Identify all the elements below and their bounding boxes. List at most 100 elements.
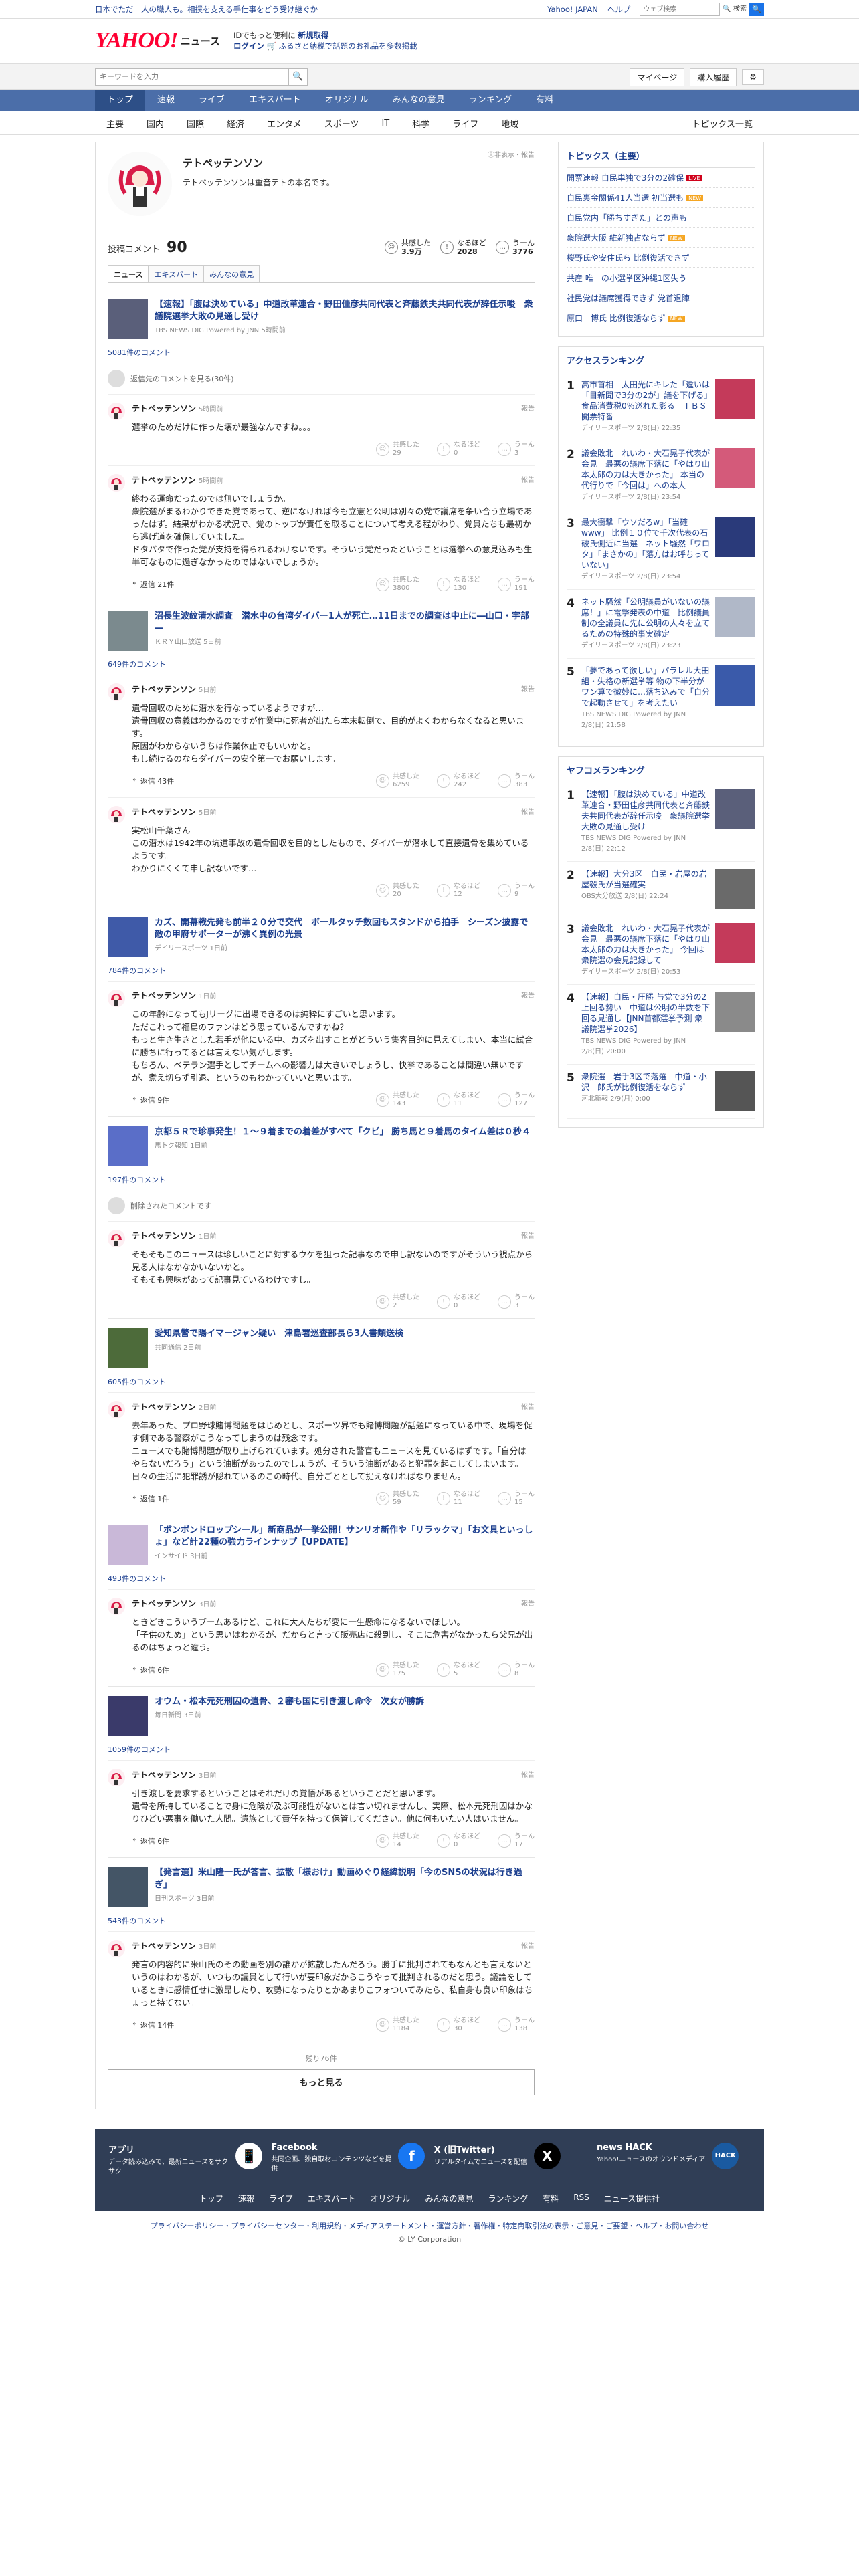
user-avatar[interactable] [108, 1401, 125, 1418]
yahoo-japan-link[interactable]: Yahoo! JAPAN [547, 0, 598, 19]
reaction-button-1[interactable]: ! なるほど 12 [437, 883, 480, 899]
comment-author[interactable]: テトペッテンソン [132, 1402, 196, 1412]
topic-title[interactable]: 社民党は議席獲得できず 党首退陣 [567, 294, 690, 303]
load-more-button[interactable]: もっと見る [108, 2069, 535, 2095]
article-card[interactable]: カズ、開幕戦先発も前半２０分で交代 ボールタッチ数回もスタンドから拍手 シーズン… [108, 917, 535, 964]
nav-item-3[interactable]: エキスパート [237, 90, 313, 111]
category-item-7[interactable]: 科学 [401, 117, 441, 130]
user-avatar[interactable] [108, 1940, 125, 1957]
ranking-title[interactable]: 「夢であって欲しい」パラレル大田組・失格の新選挙等 物の下半分がワン算で微妙に…… [581, 665, 710, 708]
comment-count-link[interactable]: 605件のコメント [108, 1375, 535, 1392]
reaction-button-1[interactable]: ! なるほど 242 [437, 773, 480, 789]
footer-link-3[interactable]: エキスパート [308, 2193, 356, 2204]
comment-count-link[interactable]: 784件のコメント [108, 964, 535, 981]
ranking-thumbnail[interactable] [715, 789, 755, 829]
article-thumbnail[interactable] [108, 917, 148, 957]
comment-author[interactable]: テトペッテンソン [132, 991, 196, 1000]
reaction-button-0[interactable]: ☺ 共感した 175 [376, 1662, 419, 1678]
user-avatar[interactable] [108, 474, 125, 492]
reply-link[interactable]: ↰ 返信 9件 [132, 1095, 169, 1105]
article-title[interactable]: カズ、開幕戦先発も前半２０分で交代 ボールタッチ数回もスタンドから拍手 シーズン… [155, 917, 535, 941]
topic-title[interactable]: 衆院選大阪 維新独占ならず [567, 233, 666, 243]
category-item-3[interactable]: 経済 [215, 117, 256, 130]
article-card[interactable]: 「ボンボンドロップシール」新商品が一挙公開！サンリオ新作や「リラックマ」「お文具… [108, 1525, 535, 1572]
topic-item[interactable]: 開票速報 自民単独で3分の2確保 LIVE [567, 168, 755, 188]
footer-link-4[interactable]: オリジナル [371, 2193, 411, 2204]
ranking-item[interactable]: 2 【速報】大分3区 自民・岩屋の岩屋毅氏が当選確実 OBS大分放送 2/8(日) … [567, 862, 755, 916]
nav-item-2[interactable]: ライブ [187, 90, 237, 111]
ranking-item[interactable]: 5 衆院選 岩手3区で落選 中道・小沢一郎氏が比例復活をならず 河北新報 2/9(月… [567, 1065, 755, 1119]
reaction-button-2[interactable]: … うーん 191 [498, 576, 535, 593]
reaction-button-1[interactable]: ! なるほど 0 [437, 1833, 480, 1849]
ranking-item[interactable]: 5 「夢であって欲しい」パラレル大田組・失格の新選挙等 物の下半分がワン算で微妙に… [567, 659, 755, 738]
topic-item[interactable]: 共産 唯一の小選挙区沖縄1区失う [567, 268, 755, 288]
comment-count-link[interactable]: 5081件のコメント [108, 346, 535, 363]
reaction-button-2[interactable]: … うーん 15 [498, 1491, 535, 1507]
footer-promo-icon[interactable]: HACK [712, 2143, 739, 2169]
yahoo-logo[interactable]: YAHOO! [95, 28, 179, 53]
footer-link-5[interactable]: みんなの意見 [425, 2193, 474, 2204]
ranking-title[interactable]: 衆院選 岩手3区で落選 中道・小沢一郎氏が比例復活をならず [581, 1071, 710, 1093]
article-thumbnail[interactable] [108, 1328, 148, 1368]
ranking-title[interactable]: ネット騒然「公明議員がいないの議席！」に電撃発表の中道 比例議員制の全議員に先に… [581, 597, 710, 639]
article-thumbnail[interactable] [108, 1126, 148, 1166]
ranking-text[interactable]: 「夢であって欲しい」パラレル大田組・失格の新選挙等 物の下半分がワン算で微妙に…… [581, 665, 710, 731]
web-search-input[interactable] [640, 3, 721, 16]
reaction-button-1[interactable]: ! なるほど 0 [437, 1294, 480, 1310]
category-item-0[interactable]: 主要 [95, 117, 135, 130]
login-link[interactable]: ログイン [233, 41, 264, 51]
report-link[interactable]: 報告 [521, 1230, 535, 1240]
ranking-item[interactable]: 1 【速報】「腹は決めている」中道改革連合・野田佳彦共同代表と斉藤鉄夫共同代表が辞… [567, 782, 755, 862]
article-card[interactable]: オウム・松本元死刑囚の遺骨、２審も国に引き渡し命令 次女が勝訴 毎日新聞 3日前 [108, 1696, 535, 1743]
ranking-item[interactable]: 3 最大衝撃「ウソだろw」「当確www」 比例１０位で千次代表の石破氏側近に当選 … [567, 510, 755, 590]
hidden-comment[interactable]: 削除されたコメントです [108, 1190, 535, 1221]
footer-promo-title[interactable]: アプリ [108, 2143, 229, 2155]
topic-title[interactable]: 自民裏金関係41人当選 初当選も [567, 193, 684, 203]
footer-link-1[interactable]: 速報 [238, 2193, 254, 2204]
nav-item-4[interactable]: オリジナル [313, 90, 381, 111]
reaction-button-0[interactable]: ☺ 共感した 20 [376, 883, 419, 899]
furusato-link[interactable]: 🛒 ふるさと納税で話題のお礼品を多数掲載 [267, 41, 417, 51]
user-avatar[interactable] [108, 990, 125, 1007]
reaction-button-1[interactable]: ! なるほど 5 [437, 1662, 480, 1678]
user-avatar[interactable] [108, 1230, 125, 1247]
comment-author[interactable]: テトペッテンソン [132, 1770, 196, 1780]
ranking-thumbnail[interactable] [715, 448, 755, 488]
ranking-thumbnail[interactable] [715, 1071, 755, 1111]
report-link[interactable]: 報告 [521, 1598, 535, 1608]
user-avatar[interactable] [108, 1598, 125, 1615]
report-link[interactable]: 報告 [521, 403, 535, 413]
ranking-text[interactable]: 衆院選 岩手3区で落選 中道・小沢一郎氏が比例復活をならず 河北新報 2/9(月)… [581, 1071, 710, 1111]
ranking-text[interactable]: 議会敗北 れいわ・大石晃子代表が会見 最悪の議席下落に「やはり山本太郎の力は大き… [581, 448, 710, 503]
ranking-text[interactable]: 【速報】自民・圧勝 与党で3分の2上回る勢い 中道は公明の半数を下回る見通し【J… [581, 992, 710, 1057]
nav-item-7[interactable]: 有料 [524, 90, 565, 111]
footer-promo-title[interactable]: news HACK [597, 2143, 705, 2153]
comment-author[interactable]: テトペッテンソン [132, 1231, 196, 1241]
comment-author[interactable]: テトペッテンソン [132, 1941, 196, 1951]
ranking-item[interactable]: 1 高市首相 太田光にキレた「違いは「目新聞で3分の2が」議を下げる」食品消費税0… [567, 372, 755, 441]
topic-title[interactable]: 開票速報 自民単独で3分の2確保 [567, 173, 684, 183]
topic-item[interactable]: 社民党は議席獲得できず 党首退陣 [567, 288, 755, 308]
reply-link[interactable]: ↰ 返信 6件 [132, 1665, 169, 1675]
legal-links[interactable]: プライバシーポリシー・プライバシーセンター・利用規約・メディアステートメント・運… [0, 2220, 859, 2231]
category-item-2[interactable]: 国際 [175, 117, 215, 130]
comment-count-link[interactable]: 1059件のコメント [108, 1743, 535, 1760]
tab-0[interactable]: ニュース [108, 265, 149, 282]
category-item-8[interactable]: ライフ [441, 117, 490, 130]
reaction-button-2[interactable]: … うーん 8 [498, 1662, 535, 1678]
article-thumbnail[interactable] [108, 299, 148, 339]
reaction-button-1[interactable]: ! なるほど 130 [437, 576, 480, 593]
topic-item[interactable]: 原口一博氏 比例復活ならず NEW [567, 308, 755, 328]
reaction-button-2[interactable]: … うーん 138 [498, 2017, 535, 2033]
article-thumbnail[interactable] [108, 611, 148, 651]
footer-link-9[interactable]: ニュース提供社 [604, 2193, 660, 2204]
comment-author[interactable]: テトペッテンソン [132, 1599, 196, 1608]
signup-link[interactable]: 新規取得 [298, 31, 328, 40]
article-card[interactable]: 沼長生波紋清水調査 潜水中の台湾ダイバー1人が死亡…11日までの調査は中止に―山… [108, 611, 535, 657]
article-thumbnail[interactable] [108, 1867, 148, 1907]
help-link[interactable]: ヘルプ [607, 0, 631, 19]
article-thumbnail[interactable] [108, 1696, 148, 1736]
comment-count-link[interactable]: 197件のコメント [108, 1173, 535, 1190]
article-title[interactable]: オウム・松本元死刑囚の遺骨、２審も国に引き渡し命令 次女が勝訴 [155, 1696, 424, 1708]
topic-item[interactable]: 衆院選大阪 維新独占ならず NEW [567, 228, 755, 248]
